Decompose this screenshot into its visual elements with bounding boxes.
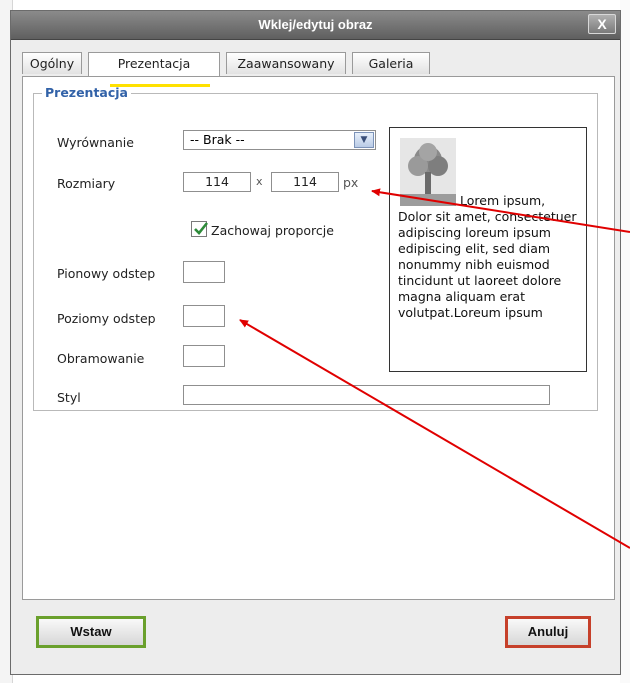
keep-proportions-checkbox[interactable] [191, 221, 209, 237]
size-unit: px [343, 175, 359, 190]
style-label: Styl [57, 390, 81, 405]
dialog-titlebar[interactable]: Wklej/edytuj obraz X [11, 11, 620, 40]
background-window-strip-right [620, 0, 630, 683]
size-label: Rozmiary [57, 176, 116, 191]
check-icon [194, 222, 209, 235]
chevron-down-icon[interactable]: ▼ [354, 132, 374, 148]
alignment-label: Wyrównanie [57, 135, 134, 150]
fieldset-legend: Prezentacja [42, 85, 131, 100]
vspace-label: Pionowy odstep [57, 266, 156, 281]
hspace-input[interactable] [183, 305, 225, 327]
alignment-selected-value: -- Brak -- [190, 132, 245, 147]
height-input[interactable]: 114 [271, 172, 339, 192]
style-input[interactable] [183, 385, 550, 405]
tab-advanced[interactable]: Zaawansowany [226, 52, 346, 74]
active-tab-highlight [110, 84, 210, 87]
insert-button[interactable]: Wstaw [36, 616, 146, 648]
alignment-select[interactable]: -- Brak -- ▼ [183, 130, 376, 150]
preview-text: Lorem ipsum, Dolor sit amet, consectetue… [398, 193, 577, 320]
hspace-label: Poziomy odstep [57, 311, 156, 326]
keep-proportions-label: Zachowaj proporcje [211, 223, 334, 238]
tab-gallery[interactable]: Galeria [352, 52, 430, 74]
vspace-input[interactable] [183, 261, 225, 283]
tab-general[interactable]: Ogólny [22, 52, 82, 74]
close-button[interactable]: X [588, 14, 616, 34]
width-input[interactable]: 114 [183, 172, 251, 192]
border-label: Obramowanie [57, 351, 145, 366]
dialog-title: Wklej/edytuj obraz [258, 17, 373, 32]
tab-panel: Prezentacja Wyrównanie -- Brak -- ▼ Rozm… [22, 76, 615, 600]
border-input[interactable] [183, 345, 225, 367]
image-preview: Lorem ipsum, Dolor sit amet, consectetue… [389, 127, 587, 372]
cancel-button[interactable]: Anuluj [505, 616, 591, 648]
tab-presentation[interactable]: Prezentacja [88, 52, 220, 76]
size-separator: x [256, 175, 263, 188]
